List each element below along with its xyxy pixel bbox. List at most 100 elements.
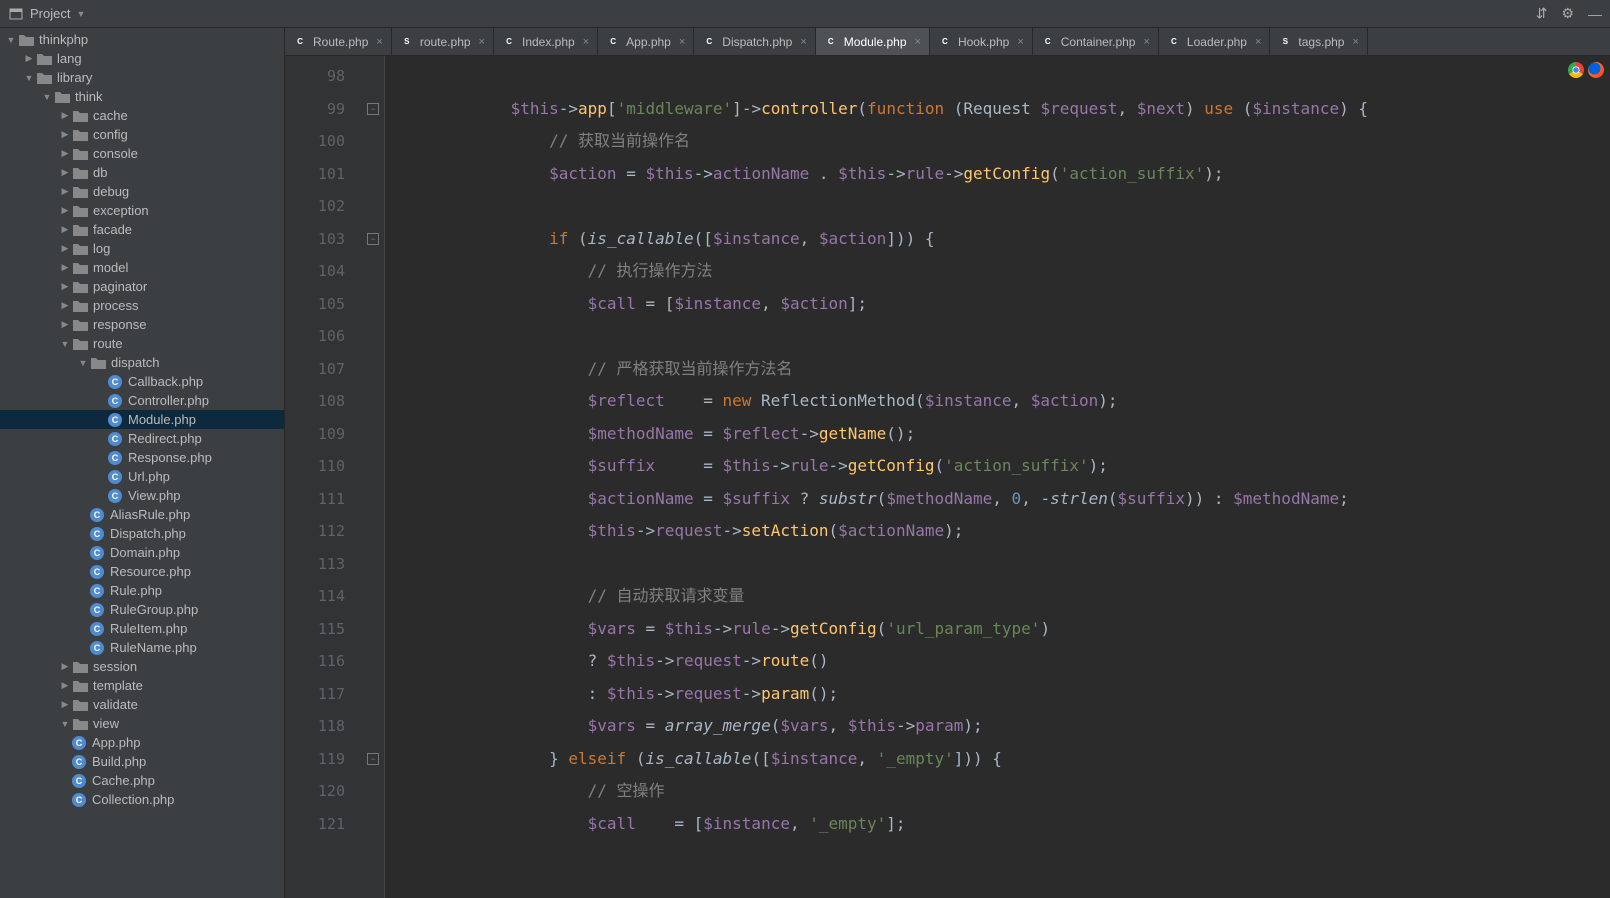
tree-folder[interactable]: paginator [0,277,284,296]
tree-file[interactable]: CRuleItem.php [0,619,284,638]
hide-icon[interactable]: — [1588,6,1602,22]
gear-icon[interactable]: ⚙ [1561,5,1574,22]
tree-arrow-icon[interactable] [40,92,54,102]
editor-tab[interactable]: CIndex.php× [494,28,598,55]
tree-arrow-icon[interactable] [58,661,72,672]
tree-arrow-icon[interactable] [22,73,36,83]
editor-tab[interactable]: Stags.php× [1270,28,1367,55]
tree-file[interactable]: CCollection.php [0,790,284,809]
tree-folder[interactable]: think [0,87,284,106]
tree-file[interactable]: CCallback.php [0,372,284,391]
close-icon[interactable]: × [376,36,382,48]
tree-folder[interactable]: facade [0,220,284,239]
close-icon[interactable]: × [479,36,485,48]
close-icon[interactable]: × [679,36,685,48]
file-type-icon: C [293,35,307,49]
fold-column[interactable]: − − − [365,56,385,898]
code-editor[interactable]: 9899100101102103104105106107108109110111… [285,56,1610,898]
tree-arrow-icon[interactable] [58,281,72,292]
fold-toggle-icon[interactable]: − [367,753,379,765]
tree-folder[interactable]: template [0,676,284,695]
tree-arrow-icon[interactable] [58,224,72,235]
tree-file[interactable]: CAliasRule.php [0,505,284,524]
tree-file[interactable]: CDispatch.php [0,524,284,543]
tree-folder[interactable]: cache [0,106,284,125]
tree-file[interactable]: CUrl.php [0,467,284,486]
tree-folder[interactable]: exception [0,201,284,220]
tree-arrow-icon[interactable] [58,148,72,159]
tree-file[interactable]: CResponse.php [0,448,284,467]
close-icon[interactable]: × [915,36,921,48]
tree-arrow-icon[interactable] [58,680,72,691]
tree-arrow-icon[interactable] [58,167,72,178]
tree-folder[interactable]: thinkphp [0,30,284,49]
tree-arrow-icon[interactable] [58,186,72,197]
editor-tab[interactable]: Sroute.php× [392,28,494,55]
tree-folder[interactable]: lang [0,49,284,68]
tree-folder[interactable]: log [0,239,284,258]
editor-tab[interactable]: CApp.php× [598,28,694,55]
tree-folder[interactable]: response [0,315,284,334]
fold-toggle-icon[interactable]: − [367,103,379,115]
tree-folder[interactable]: dispatch [0,353,284,372]
tree-arrow-icon[interactable] [4,35,18,45]
file-type-icon: S [1278,35,1292,49]
tree-folder[interactable]: config [0,125,284,144]
tree-label: Response.php [128,450,212,465]
tree-arrow-icon[interactable] [58,129,72,140]
tree-folder[interactable]: validate [0,695,284,714]
code-content[interactable]: $this->app['middleware']->controller(fun… [385,56,1610,898]
tree-file[interactable]: CRuleGroup.php [0,600,284,619]
close-icon[interactable]: × [1017,36,1023,48]
editor-tab[interactable]: CRoute.php× [285,28,392,55]
tree-file[interactable]: CController.php [0,391,284,410]
tree-file[interactable]: CResource.php [0,562,284,581]
line-number: 105 [285,288,345,321]
tree-folder[interactable]: view [0,714,284,733]
tree-file[interactable]: CCache.php [0,771,284,790]
close-icon[interactable]: × [1143,36,1149,48]
firefox-icon[interactable] [1588,62,1604,78]
tree-folder[interactable]: model [0,258,284,277]
tree-folder[interactable]: db [0,163,284,182]
tree-file[interactable]: CRuleName.php [0,638,284,657]
tree-file[interactable]: CRedirect.php [0,429,284,448]
editor-tab[interactable]: CModule.php× [816,28,930,55]
fold-toggle-icon[interactable]: − [367,233,379,245]
tree-arrow-icon[interactable] [58,339,72,349]
tree-file[interactable]: CDomain.php [0,543,284,562]
tree-arrow-icon[interactable] [58,699,72,710]
tree-arrow-icon[interactable] [76,358,90,368]
tree-arrow-icon[interactable] [58,319,72,330]
tree-folder[interactable]: debug [0,182,284,201]
tree-file[interactable]: CBuild.php [0,752,284,771]
chevron-down-icon[interactable]: ▼ [76,9,85,19]
tree-folder[interactable]: session [0,657,284,676]
editor-tab[interactable]: CDispatch.php× [694,28,815,55]
tree-arrow-icon[interactable] [22,53,36,64]
tree-arrow-icon[interactable] [58,300,72,311]
project-tree[interactable]: thinkphplanglibrarythinkcacheconfigconso… [0,28,285,898]
tree-folder[interactable]: library [0,68,284,87]
close-icon[interactable]: × [800,36,806,48]
tree-arrow-icon[interactable] [58,110,72,121]
autoscroll-icon[interactable]: ⇵ [1536,5,1548,22]
tree-arrow-icon[interactable] [58,719,72,729]
tree-file[interactable]: CModule.php [0,410,284,429]
tree-folder[interactable]: console [0,144,284,163]
tree-arrow-icon[interactable] [58,243,72,254]
editor-tab[interactable]: CHook.php× [930,28,1033,55]
editor-tab[interactable]: CContainer.php× [1033,28,1159,55]
tree-file[interactable]: CView.php [0,486,284,505]
tree-file[interactable]: CApp.php [0,733,284,752]
close-icon[interactable]: × [1352,36,1358,48]
close-icon[interactable]: × [583,36,589,48]
tree-folder[interactable]: route [0,334,284,353]
chrome-icon[interactable] [1568,62,1584,78]
tree-arrow-icon[interactable] [58,205,72,216]
editor-tab[interactable]: CLoader.php× [1159,28,1271,55]
tree-folder[interactable]: process [0,296,284,315]
close-icon[interactable]: × [1255,36,1261,48]
tree-arrow-icon[interactable] [58,262,72,273]
tree-file[interactable]: CRule.php [0,581,284,600]
